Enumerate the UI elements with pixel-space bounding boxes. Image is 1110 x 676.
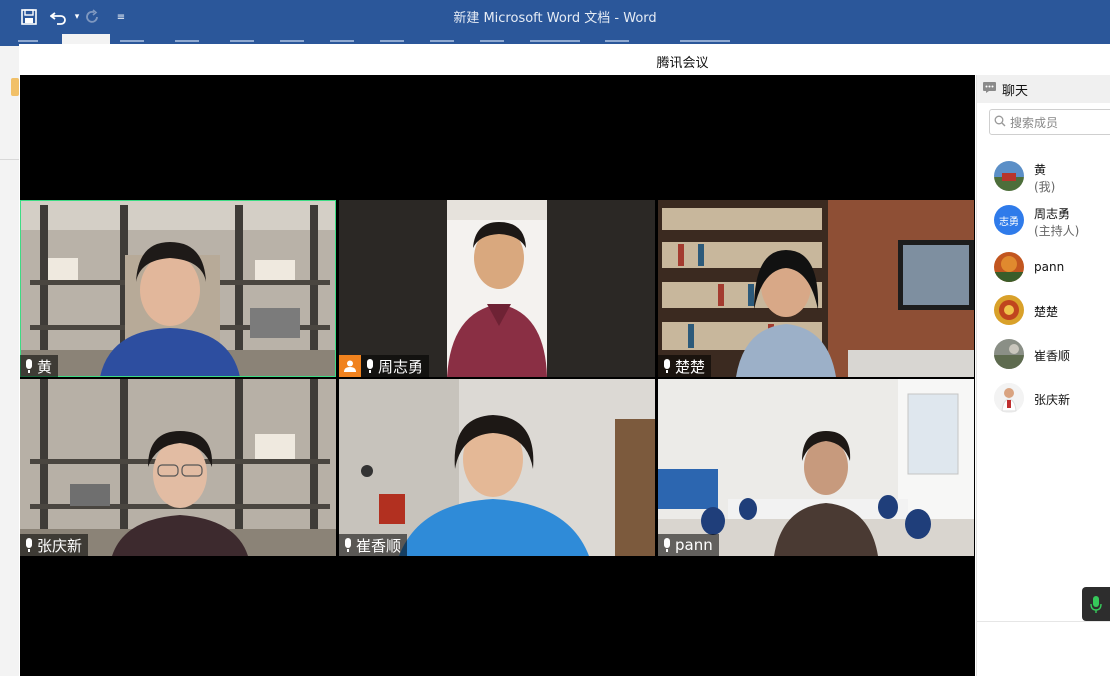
participant-name: pann bbox=[675, 536, 713, 554]
member-item[interactable]: 黄 (我) bbox=[994, 159, 1110, 195]
ribbon-tab-layout[interactable] bbox=[230, 40, 254, 42]
video-tile[interactable]: 张庆新 bbox=[20, 379, 336, 556]
member-item[interactable]: 张庆新 bbox=[994, 381, 1110, 417]
participant-name: 楚楚 bbox=[675, 357, 706, 376]
avatar bbox=[994, 295, 1024, 325]
video-feed bbox=[339, 200, 655, 377]
participant-name: 张庆新 bbox=[37, 536, 83, 555]
avatar bbox=[994, 339, 1024, 369]
search-icon bbox=[994, 115, 1006, 130]
member-role: (主持人) bbox=[1034, 224, 1080, 238]
ribbon-tab-file[interactable] bbox=[18, 40, 38, 42]
mic-toggle-button[interactable] bbox=[1082, 587, 1110, 621]
mic-icon bbox=[24, 359, 34, 373]
mic-icon bbox=[365, 359, 375, 373]
video-grid: 黄 周志勇 楚楚 张庆新 崔香顺 pann bbox=[20, 75, 975, 676]
member-item[interactable]: 崔香顺 bbox=[994, 337, 1110, 373]
meeting-title: 腾讯会议 bbox=[656, 56, 709, 71]
member-name: 黄 bbox=[1034, 163, 1047, 177]
word-title-bar: ▾ ≡ 新建 Microsoft Word 文档 - Word bbox=[0, 0, 1110, 34]
chat-tab[interactable]: 聊天 bbox=[977, 75, 1110, 103]
host-badge-icon bbox=[339, 355, 361, 377]
avatar bbox=[994, 383, 1024, 413]
ribbon-tab-references[interactable] bbox=[280, 40, 304, 42]
avatar bbox=[994, 252, 1024, 282]
mic-icon bbox=[662, 538, 672, 552]
member-name: 崔香顺 bbox=[1034, 349, 1071, 363]
participant-nametag: 黄 bbox=[20, 355, 59, 377]
meeting-window: 腾讯会议 黄 周志勇 楚楚 张庆新 崔香顺 pann 聊天 搜索成员 黄 (我)… bbox=[19, 44, 1110, 676]
member-role: (我) bbox=[1034, 180, 1056, 194]
mic-icon bbox=[24, 538, 34, 552]
ribbon-tab-review[interactable] bbox=[380, 40, 404, 42]
participant-name: 黄 bbox=[37, 357, 53, 376]
avatar: 志勇 bbox=[994, 205, 1024, 235]
member-item[interactable]: 楚楚 bbox=[994, 293, 1110, 329]
video-tile[interactable]: 崔香顺 bbox=[339, 379, 655, 556]
meeting-title-bar: 腾讯会议 bbox=[19, 44, 1110, 75]
participant-nametag: 崔香顺 bbox=[339, 534, 408, 556]
participant-nametag: 张庆新 bbox=[20, 534, 89, 556]
member-name: 周志勇 bbox=[1034, 207, 1071, 221]
ribbon-tab-design[interactable] bbox=[175, 40, 199, 42]
ribbon-divider bbox=[0, 159, 20, 160]
video-tile[interactable]: pann bbox=[658, 379, 974, 556]
member-item[interactable]: 志勇 周志勇 (主持人) bbox=[994, 203, 1110, 239]
video-tile[interactable]: 黄 bbox=[20, 200, 336, 377]
participant-nametag: 楚楚 bbox=[658, 355, 712, 377]
member-sidebar: 聊天 搜索成员 黄 (我) 志勇 周志勇 (主持人) pann 楚楚 崔香顺 张… bbox=[976, 75, 1110, 676]
member-name: pann bbox=[1034, 260, 1065, 274]
ribbon-tab-addins[interactable] bbox=[530, 40, 580, 42]
ribbon-tab-mailings[interactable] bbox=[330, 40, 354, 42]
participant-nametag: 周志勇 bbox=[361, 355, 430, 377]
participant-name: 崔香顺 bbox=[356, 536, 402, 555]
avatar bbox=[994, 161, 1024, 191]
video-feed bbox=[658, 379, 974, 556]
member-name: 楚楚 bbox=[1034, 305, 1059, 319]
mic-icon bbox=[1090, 596, 1102, 613]
member-item[interactable]: pann bbox=[994, 250, 1110, 286]
participant-name: 周志勇 bbox=[378, 357, 424, 376]
chat-label: 聊天 bbox=[1002, 83, 1029, 99]
video-feed bbox=[20, 200, 336, 377]
ribbon-tab-help[interactable] bbox=[480, 40, 504, 42]
ribbon-tab-extra[interactable] bbox=[605, 40, 629, 42]
mic-icon bbox=[662, 359, 672, 373]
ribbon-tab-view[interactable] bbox=[430, 40, 454, 42]
word-ribbon-body bbox=[0, 46, 21, 676]
sidebar-divider bbox=[977, 621, 1110, 622]
chat-icon bbox=[983, 81, 996, 97]
search-placeholder: 搜索成员 bbox=[1010, 115, 1059, 130]
paste-icon[interactable] bbox=[11, 78, 19, 96]
mic-icon bbox=[343, 538, 353, 552]
video-feed bbox=[20, 379, 336, 556]
avatar-initials: 志勇 bbox=[999, 216, 1019, 228]
video-tile[interactable]: 周志勇 bbox=[339, 200, 655, 377]
member-search-input[interactable]: 搜索成员 bbox=[989, 109, 1110, 135]
participant-nametag: pann bbox=[658, 534, 719, 556]
video-feed bbox=[658, 200, 974, 377]
video-feed bbox=[339, 379, 655, 556]
video-tile[interactable]: 楚楚 bbox=[658, 200, 974, 377]
ribbon-tab-tellme[interactable] bbox=[680, 40, 730, 42]
word-window-title: 新建 Microsoft Word 文档 - Word bbox=[453, 11, 657, 26]
ribbon-tab-insert[interactable] bbox=[120, 40, 144, 42]
member-name: 张庆新 bbox=[1034, 393, 1071, 407]
